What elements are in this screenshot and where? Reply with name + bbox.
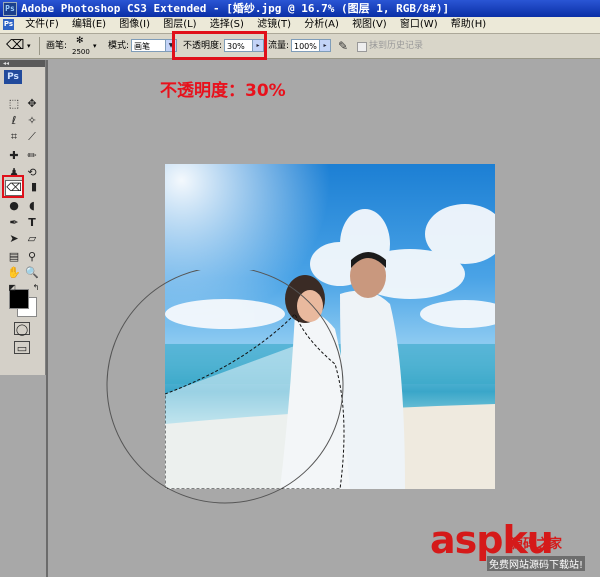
chevron-down-icon[interactable]: ▾ bbox=[27, 34, 31, 58]
mode-label: 模式: bbox=[108, 41, 130, 51]
menu-window[interactable]: 窗口(W) bbox=[395, 17, 443, 33]
hand-icon[interactable]: ✋ bbox=[6, 266, 22, 280]
erase-to-history-checkbox[interactable] bbox=[357, 42, 367, 52]
chevron-right-icon[interactable]: ▸ bbox=[319, 40, 330, 51]
screen-mode-icon[interactable]: ▭ bbox=[14, 341, 30, 355]
slice-icon[interactable]: ⟋ bbox=[24, 130, 40, 144]
move-icon[interactable]: ✥ bbox=[24, 97, 40, 111]
magic-wand-icon[interactable]: ✧ bbox=[24, 114, 40, 128]
flow-field[interactable]: 100% ▸ bbox=[291, 39, 331, 52]
menu-help[interactable]: 帮助(H) bbox=[446, 17, 491, 33]
photoshop-app-icon: Ps bbox=[3, 2, 17, 16]
history-brush-icon[interactable]: ⟲ bbox=[24, 166, 40, 180]
brush-size-value: 2500 bbox=[72, 48, 90, 56]
flow-value: 100% bbox=[294, 42, 317, 51]
annotation-text: 不透明度：30% bbox=[160, 81, 286, 101]
zoom-icon[interactable]: 🔍 bbox=[24, 266, 40, 280]
watermark-caption: 免费网站源码下载站! bbox=[487, 556, 586, 571]
lasso-icon[interactable]: ℓ bbox=[6, 114, 22, 128]
pen-icon[interactable]: ✒ bbox=[6, 216, 22, 230]
quick-mask-icon[interactable]: ◯ bbox=[14, 322, 30, 336]
divider bbox=[39, 37, 40, 55]
blur-icon[interactable]: ● bbox=[6, 199, 22, 213]
flow-label: 流量: bbox=[268, 41, 290, 51]
ps-logo[interactable]: Ps bbox=[4, 70, 22, 84]
panel-divider bbox=[46, 60, 48, 577]
notes-icon[interactable]: ▤ bbox=[6, 250, 22, 264]
menu-view[interactable]: 视图(V) bbox=[347, 17, 392, 33]
crop-icon[interactable]: ⌗ bbox=[6, 130, 22, 144]
opacity-highlight-box bbox=[172, 31, 267, 60]
watermark-suffix: 源码之家 bbox=[510, 537, 563, 552]
dodge-icon[interactable]: ◖ bbox=[24, 199, 40, 213]
window-title: Adobe Photoshop CS3 Extended - [婚纱.jpg @… bbox=[21, 2, 450, 15]
healing-brush-icon[interactable]: ✚ bbox=[6, 149, 22, 163]
options-bar: ⌫ ▾ 画笔: ✻ 2500 ▾ 模式: 画笔 ▼ 不透明度: 30% ▸ 流量… bbox=[0, 34, 600, 59]
default-colors-icon[interactable]: ◩ bbox=[4, 281, 20, 295]
airbrush-icon[interactable]: ✎ bbox=[338, 34, 348, 58]
gradient-icon[interactable]: ▮ bbox=[26, 180, 42, 194]
eraser-tool-preset-icon[interactable]: ⌫ bbox=[6, 34, 24, 58]
eraser-highlight-box bbox=[2, 175, 24, 198]
shape-icon[interactable]: ▱ bbox=[24, 232, 40, 246]
menu-analysis[interactable]: 分析(A) bbox=[299, 17, 344, 33]
brush-picker-arrow-icon[interactable]: ▾ bbox=[93, 34, 97, 58]
eyedropper-icon[interactable]: ⚲ bbox=[24, 250, 40, 264]
mode-select[interactable]: 画笔 ▼ bbox=[131, 39, 177, 52]
document-icon[interactable]: Ps bbox=[3, 19, 14, 30]
path-select-icon[interactable]: ➤ bbox=[6, 232, 22, 246]
swap-colors-icon[interactable]: ↰ bbox=[28, 281, 44, 295]
toolbox-grip[interactable]: ◂◂ bbox=[0, 60, 45, 67]
type-icon[interactable]: T bbox=[24, 216, 40, 230]
menu-edit[interactable]: 编辑(E) bbox=[67, 17, 111, 33]
title-bar: Ps Adobe Photoshop CS3 Extended - [婚纱.jpg… bbox=[0, 0, 600, 17]
brush-icon[interactable]: ✏ bbox=[24, 149, 40, 163]
mode-select-value: 画笔 bbox=[134, 42, 150, 51]
brush-label: 画笔: bbox=[46, 41, 68, 51]
menu-image[interactable]: 图像(I) bbox=[114, 17, 155, 33]
brush-cursor-circle bbox=[106, 270, 344, 504]
menu-file[interactable]: 文件(F) bbox=[20, 17, 64, 33]
erase-to-history-label: 抹到历史记录 bbox=[369, 41, 424, 51]
marquee-icon[interactable]: ⬚ bbox=[6, 97, 22, 111]
menu-bar: Ps 文件(F) 编辑(E) 图像(I) 图层(L) 选择(S) 滤镜(T) 分… bbox=[0, 17, 600, 34]
